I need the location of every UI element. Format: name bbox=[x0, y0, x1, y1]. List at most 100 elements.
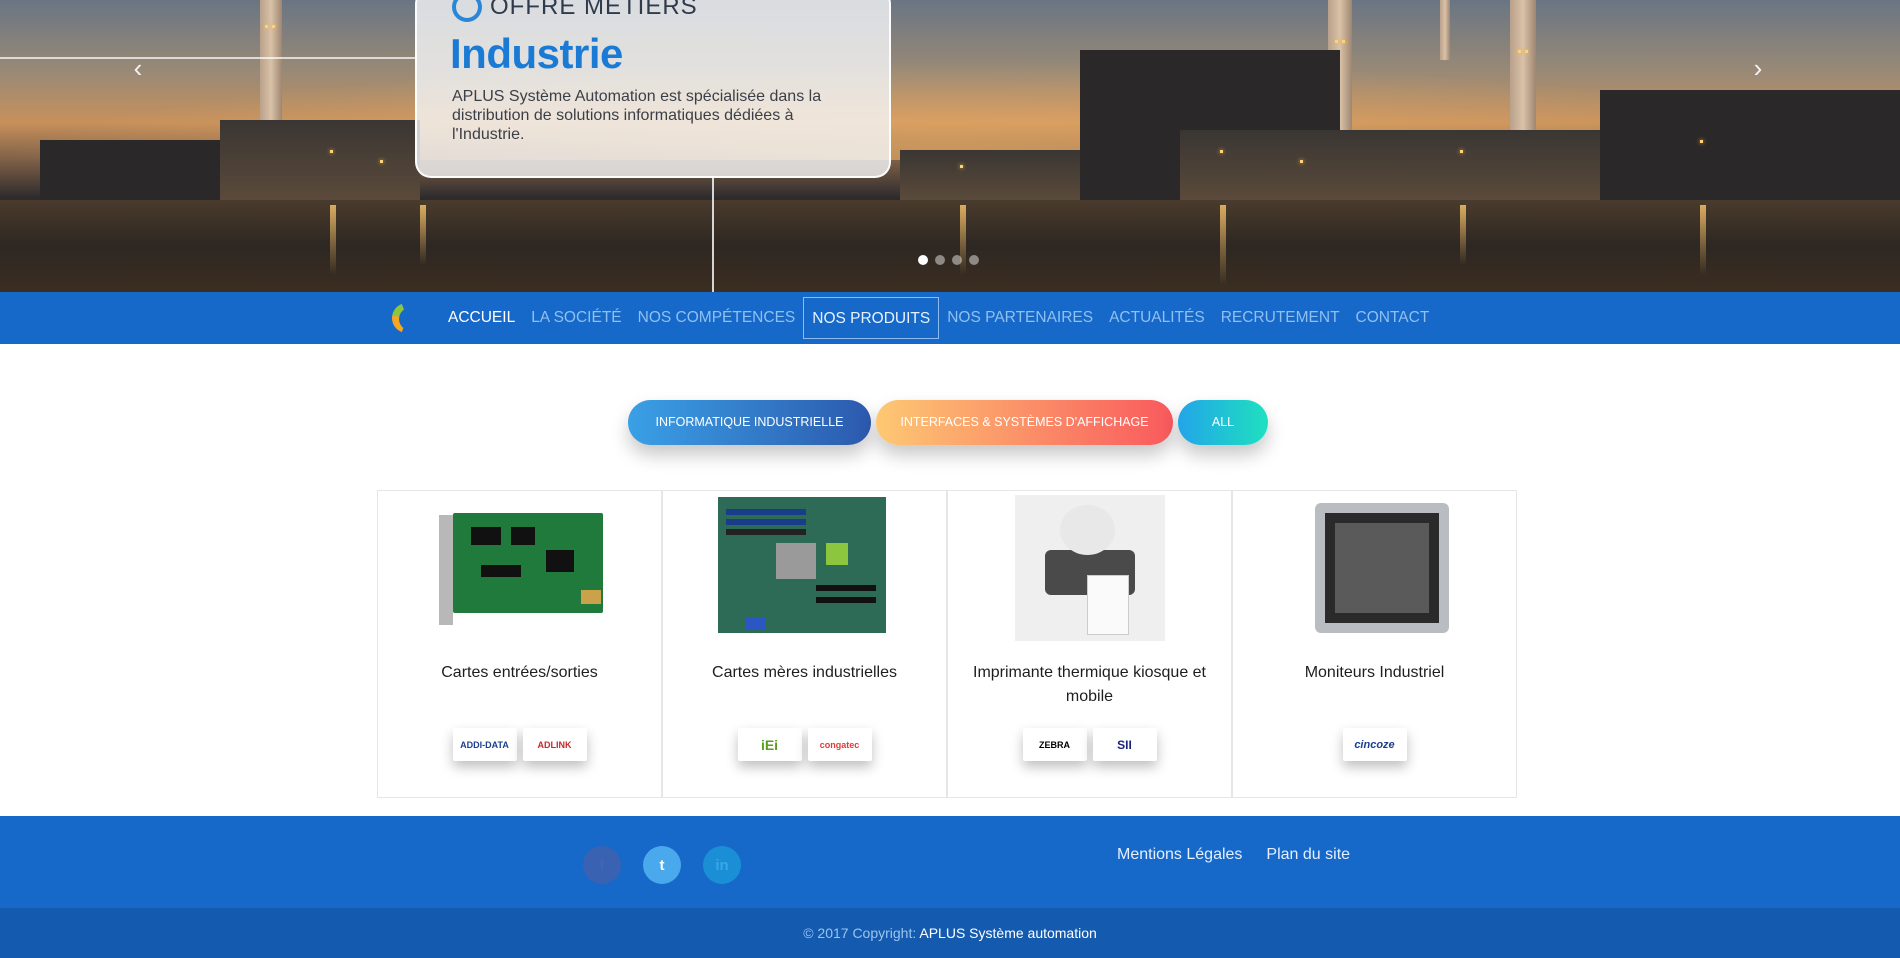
light bbox=[1460, 150, 1463, 153]
brand-logo[interactable]: ADLINK bbox=[522, 728, 587, 761]
light bbox=[272, 25, 275, 28]
brand-logos: iEi congatec bbox=[663, 728, 946, 761]
reflection bbox=[420, 205, 426, 265]
chip bbox=[470, 527, 501, 545]
hero-eyebrow: OFFRE METIERS bbox=[452, 0, 698, 22]
nav-item-contact[interactable]: CONTACT bbox=[1348, 297, 1438, 339]
copyright-text: © 2017 Copyright: bbox=[803, 925, 917, 941]
motherboard-image bbox=[716, 495, 894, 641]
nav-item-nos-competences[interactable]: NOS COMPÉTENCES bbox=[630, 297, 804, 339]
nav-item-la-societe[interactable]: LA SOCIÉTÉ bbox=[523, 297, 629, 339]
light bbox=[1518, 50, 1521, 53]
chip bbox=[545, 550, 574, 572]
chipset bbox=[825, 543, 848, 565]
linkedin-icon[interactable]: in bbox=[703, 846, 741, 884]
footer-link-plan-du-site[interactable]: Plan du site bbox=[1266, 846, 1350, 864]
brand-logo[interactable]: SII bbox=[1092, 728, 1157, 761]
product-title: Cartes mères industrielles bbox=[712, 664, 897, 681]
chimney bbox=[1440, 0, 1450, 60]
product-filters: INFORMATIQUE INDUSTRIELLE INTERFACES & S… bbox=[628, 400, 1268, 445]
footer-links: Mentions Légales Plan du site bbox=[1117, 846, 1350, 864]
io-card-image bbox=[431, 495, 609, 641]
paper-roll bbox=[1059, 505, 1115, 555]
light bbox=[1700, 140, 1703, 143]
product-card[interactable]: Imprimante thermique kiosque et mobile Z… bbox=[947, 490, 1232, 798]
connector bbox=[580, 590, 601, 604]
product-card[interactable]: Cartes mères industrielles iEi congatec bbox=[662, 490, 947, 798]
nav-menu: ACCUEIL LA SOCIÉTÉ NOS COMPÉTENCES NOS P… bbox=[440, 292, 1437, 344]
copyright-company-link[interactable]: APLUS Système automation bbox=[919, 925, 1096, 941]
card-bracket bbox=[438, 515, 453, 625]
chip bbox=[480, 565, 521, 577]
filter-all-button[interactable]: ALL bbox=[1178, 400, 1268, 445]
slider-dot[interactable] bbox=[952, 255, 962, 265]
brand-logo[interactable]: congatec bbox=[807, 728, 872, 761]
slider-dot[interactable] bbox=[935, 255, 945, 265]
slider-dot[interactable] bbox=[969, 255, 979, 265]
pci-slot bbox=[815, 585, 876, 591]
nav-item-nos-produits[interactable]: NOS PRODUITS bbox=[803, 297, 940, 339]
decor-line bbox=[0, 57, 417, 59]
chevron-left-icon[interactable]: ‹ bbox=[126, 55, 150, 81]
hero-slider: OFFRE METIERS Industrie APLUS Système Au… bbox=[0, 0, 1900, 292]
footer: f t in Mentions Légales Plan du site bbox=[0, 816, 1900, 908]
brand-logos: ADDI-DATA ADLINK bbox=[378, 728, 661, 761]
product-title: Cartes entrées/sorties bbox=[441, 664, 598, 681]
pci-slot bbox=[815, 597, 876, 603]
chip bbox=[510, 527, 535, 545]
brand-logo[interactable]: ZEBRA bbox=[1022, 728, 1087, 761]
light bbox=[1220, 150, 1223, 153]
nav-item-recrutement[interactable]: RECRUTEMENT bbox=[1213, 297, 1348, 339]
light bbox=[380, 160, 383, 163]
light bbox=[1342, 40, 1345, 43]
slider-dots bbox=[918, 255, 979, 265]
light bbox=[960, 165, 963, 168]
facebook-icon[interactable]: f bbox=[583, 846, 621, 884]
brand-logos: ZEBRA SII bbox=[948, 728, 1231, 761]
chimney bbox=[1510, 0, 1536, 130]
ram-slot bbox=[725, 529, 806, 535]
reflection bbox=[1220, 205, 1226, 285]
nav-item-nos-partenaires[interactable]: NOS PARTENAIRES bbox=[939, 297, 1101, 339]
footer-link-mentions-legales[interactable]: Mentions Légales bbox=[1117, 846, 1242, 864]
receipt-paper bbox=[1086, 575, 1129, 635]
twitter-icon[interactable]: t bbox=[643, 846, 681, 884]
product-grid: Cartes entrées/sorties ADDI-DATA ADLINK … bbox=[377, 490, 1519, 798]
reflection bbox=[1700, 205, 1706, 275]
brand-logo[interactable]: ADDI-DATA bbox=[452, 728, 517, 761]
light bbox=[1525, 50, 1528, 53]
product-title: Imprimante thermique kiosque et mobile bbox=[973, 664, 1206, 705]
nav-item-actualites[interactable]: ACTUALITÉS bbox=[1101, 297, 1213, 339]
building bbox=[1180, 130, 1600, 200]
logo-icon[interactable] bbox=[392, 303, 425, 333]
product-card[interactable]: Cartes entrées/sorties ADDI-DATA ADLINK bbox=[377, 490, 662, 798]
filter-interfaces-affichage-button[interactable]: INTERFACES & SYSTÈMES D'AFFICHAGE bbox=[876, 400, 1173, 445]
light bbox=[1335, 40, 1338, 43]
light bbox=[265, 25, 268, 28]
hero-eyebrow-text: OFFRE METIERS bbox=[490, 0, 698, 20]
ram-slot bbox=[725, 509, 806, 515]
slider-dot[interactable] bbox=[918, 255, 928, 265]
product-card[interactable]: Moniteurs Industriel cincoze bbox=[1232, 490, 1517, 798]
cpu-socket bbox=[775, 543, 816, 579]
nav-item-accueil[interactable]: ACCUEIL bbox=[440, 297, 523, 339]
product-title: Moniteurs Industriel bbox=[1304, 664, 1445, 681]
building bbox=[1600, 90, 1900, 200]
brand-logos: cincoze bbox=[1233, 728, 1516, 761]
copyright-bar: © 2017 Copyright: APLUS Système automati… bbox=[0, 908, 1900, 958]
brand-logo[interactable]: iEi bbox=[737, 728, 802, 761]
industrial-monitor-image bbox=[1265, 495, 1485, 641]
brand-logo[interactable]: cincoze bbox=[1342, 728, 1407, 761]
filter-informatique-industrielle-button[interactable]: INFORMATIQUE INDUSTRIELLE bbox=[628, 400, 871, 445]
building bbox=[40, 140, 230, 200]
monitor-screen bbox=[1334, 523, 1429, 613]
light bbox=[1300, 160, 1303, 163]
building bbox=[220, 120, 420, 200]
ram-slot bbox=[725, 519, 806, 525]
chevron-right-icon[interactable]: › bbox=[1746, 55, 1770, 81]
reflection bbox=[1460, 205, 1466, 265]
building bbox=[900, 150, 1080, 200]
thermal-printer-image bbox=[1014, 495, 1165, 641]
decor-line bbox=[712, 176, 714, 292]
water-reflection bbox=[0, 200, 1900, 292]
